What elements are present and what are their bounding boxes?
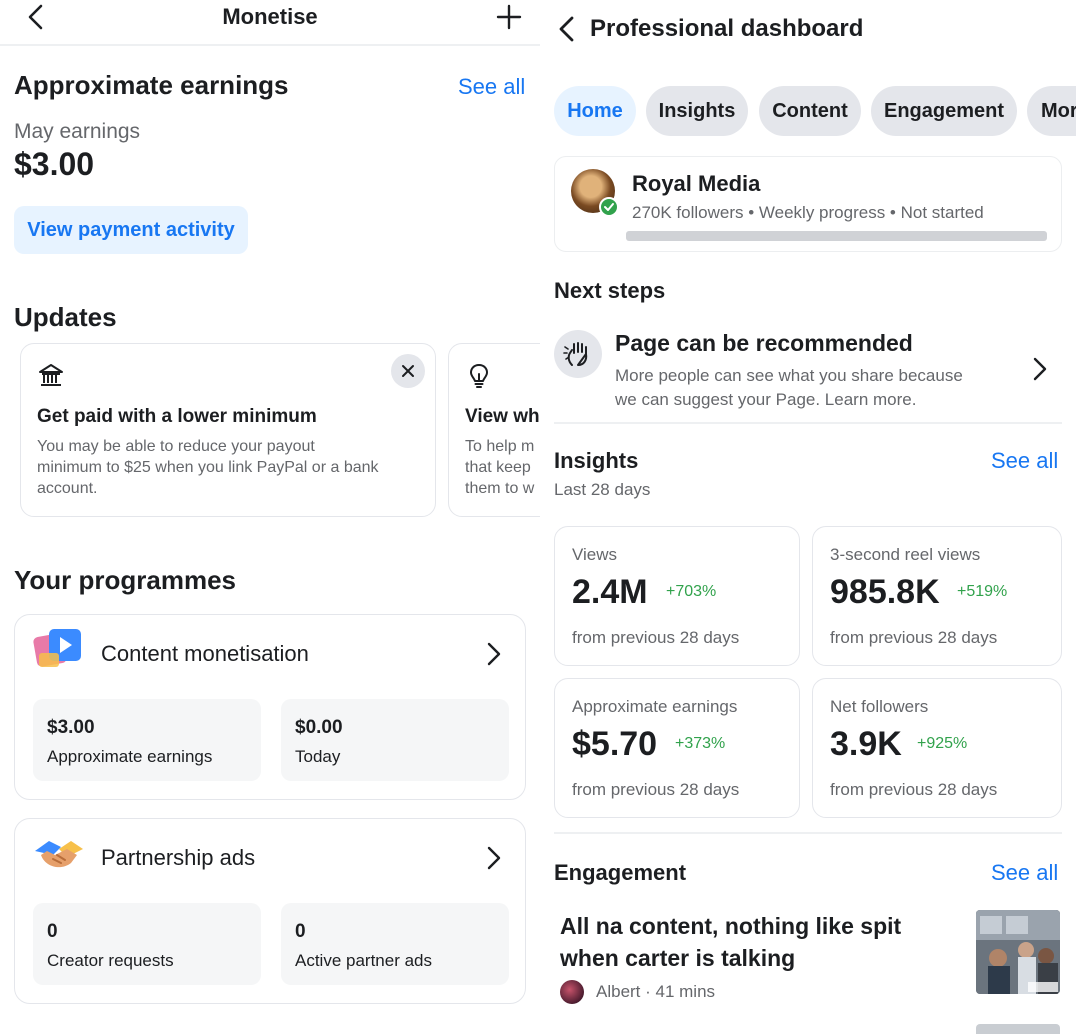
insights-period: Last 28 days — [554, 480, 651, 499]
close-icon — [402, 365, 414, 377]
professional-dashboard-screen: Professional dashboard Home Insights Con… — [540, 0, 1076, 1034]
chevron-right-icon[interactable] — [483, 639, 505, 669]
metric-comparison: from previous 28 days — [830, 780, 998, 799]
stat-value: 0 — [295, 921, 306, 942]
verified-check-icon — [599, 197, 619, 217]
monetise-header: Monetise — [0, 0, 540, 46]
page-title: Monetise — [222, 4, 318, 29]
metric-value: 2.4M — [572, 573, 648, 611]
insights-heading: Insights — [554, 448, 639, 473]
metric-value: 985.8K — [830, 573, 940, 611]
stat-creator-requests: 0 Creator requests — [33, 903, 261, 985]
engagement-heading: Engagement — [554, 860, 687, 885]
post-title[interactable]: All na content, nothing like spit when c… — [560, 910, 960, 974]
stat-value: $0.00 — [295, 717, 343, 738]
metric-change: +373% — [675, 735, 726, 752]
post-thumbnail[interactable] — [976, 910, 1060, 994]
tab-engagement[interactable]: Engagement — [871, 86, 1017, 136]
metric-comparison: from previous 28 days — [830, 628, 998, 647]
post-meta: Albert · 41 mins — [596, 982, 716, 1001]
profile-meta: 270K followers • Weekly progress • Not s… — [632, 203, 984, 222]
update-card-lower-minimum[interactable]: Get paid with a lower minimum You may be… — [20, 343, 436, 517]
earnings-amount: $3.00 — [14, 146, 95, 182]
earnings-see-all-link[interactable]: See all — [458, 74, 525, 100]
update-body: To help m that keep them to w — [465, 438, 535, 497]
metric-change: +703% — [666, 583, 717, 600]
next-step-title[interactable]: Page can be recommended — [615, 330, 913, 357]
earnings-period-label: May earnings — [14, 120, 141, 143]
stat-label: Approximate earnings — [47, 747, 213, 766]
programmes-heading: Your programmes — [14, 565, 237, 595]
raised-hand-icon — [563, 342, 588, 366]
weekly-progress-bar — [626, 231, 1047, 241]
page-title: Professional dashboard — [590, 15, 864, 42]
updates-heading: Updates — [14, 302, 117, 332]
partnership-ads-card[interactable]: Partnership ads 0 Creator requests 0 Act… — [14, 818, 526, 1004]
avatar — [560, 980, 584, 1004]
chevron-right-icon[interactable] — [483, 843, 505, 873]
handshake-icon — [35, 841, 83, 868]
stat-value: $3.00 — [47, 717, 95, 738]
post-thumbnail-image — [976, 910, 1060, 994]
stat-today: $0.00 Today — [281, 699, 509, 781]
post-thumbnail[interactable] — [976, 1024, 1060, 1034]
tab-content[interactable]: Content — [759, 86, 861, 136]
section-divider — [554, 422, 1062, 424]
view-payment-activity-button[interactable]: View payment activity — [14, 206, 248, 254]
stat-label: Active partner ads — [295, 951, 433, 970]
stat-active-partner-ads: 0 Active partner ads — [281, 903, 509, 985]
metric-card-net-followers[interactable]: Net followers 3.9K +925% from previous 2… — [812, 678, 1062, 818]
update-card-view[interactable]: View wh To help m that keep them to w — [448, 343, 540, 517]
stat-label: Creator requests — [47, 951, 174, 970]
update-title: Get paid with a lower minimum — [37, 406, 317, 427]
section-divider — [554, 832, 1062, 834]
metric-comparison: from previous 28 days — [572, 628, 740, 647]
update-title: View wh — [465, 406, 540, 427]
stat-value: 0 — [47, 921, 58, 942]
profile-name: Royal Media — [632, 171, 761, 196]
next-step-body: More people can see what you share becau… — [615, 366, 963, 409]
lightbulb-icon — [470, 364, 488, 388]
programme-title: Partnership ads — [101, 845, 256, 870]
metric-value: $5.70 — [572, 725, 658, 763]
chevron-right-icon[interactable] — [1030, 354, 1050, 384]
insights-see-all-link[interactable]: See all — [991, 448, 1058, 474]
content-monetisation-card[interactable]: Content monetisation $3.00 Approximate e… — [14, 614, 526, 800]
back-arrow-icon[interactable] — [554, 14, 580, 44]
earnings-heading: Approximate earnings — [14, 70, 289, 100]
engagement-see-all-link[interactable]: See all — [991, 860, 1058, 886]
tab-home[interactable]: Home — [554, 86, 636, 136]
stat-label: Today — [295, 747, 341, 766]
profile-card[interactable]: Royal Media 270K followers • Weekly prog… — [554, 156, 1062, 252]
close-update-button[interactable] — [391, 354, 425, 388]
monetise-screen: Monetise Approximate earnings See all Ma… — [0, 0, 540, 1034]
next-steps-heading: Next steps — [554, 278, 666, 303]
metric-label: Net followers — [830, 697, 929, 716]
metric-change: +519% — [957, 583, 1008, 600]
bank-icon — [39, 364, 63, 386]
metric-change: +925% — [917, 735, 968, 752]
metric-label: 3-second reel views — [830, 545, 981, 564]
metric-label: Views — [572, 545, 618, 564]
tab-more[interactable]: Mor — [1027, 86, 1076, 136]
metric-card-views[interactable]: Views 2.4M +703% from previous 28 days — [554, 526, 800, 666]
metric-comparison: from previous 28 days — [572, 780, 740, 799]
next-step-icon-container — [554, 330, 602, 378]
plus-icon[interactable] — [494, 2, 524, 32]
metric-value: 3.9K — [830, 725, 902, 763]
content-monetisation-icon — [33, 629, 81, 667]
metric-card-reel-views[interactable]: 3-second reel views 985.8K +519% from pr… — [812, 526, 1062, 666]
tab-insights[interactable]: Insights — [646, 86, 748, 136]
update-body: You may be able to reduce your payout mi… — [37, 438, 379, 497]
metric-label: Approximate earnings — [572, 697, 738, 716]
metric-card-approximate-earnings[interactable]: Approximate earnings $5.70 +373% from pr… — [554, 678, 800, 818]
programme-title: Content monetisation — [101, 641, 309, 666]
stat-approximate-earnings: $3.00 Approximate earnings — [33, 699, 261, 781]
